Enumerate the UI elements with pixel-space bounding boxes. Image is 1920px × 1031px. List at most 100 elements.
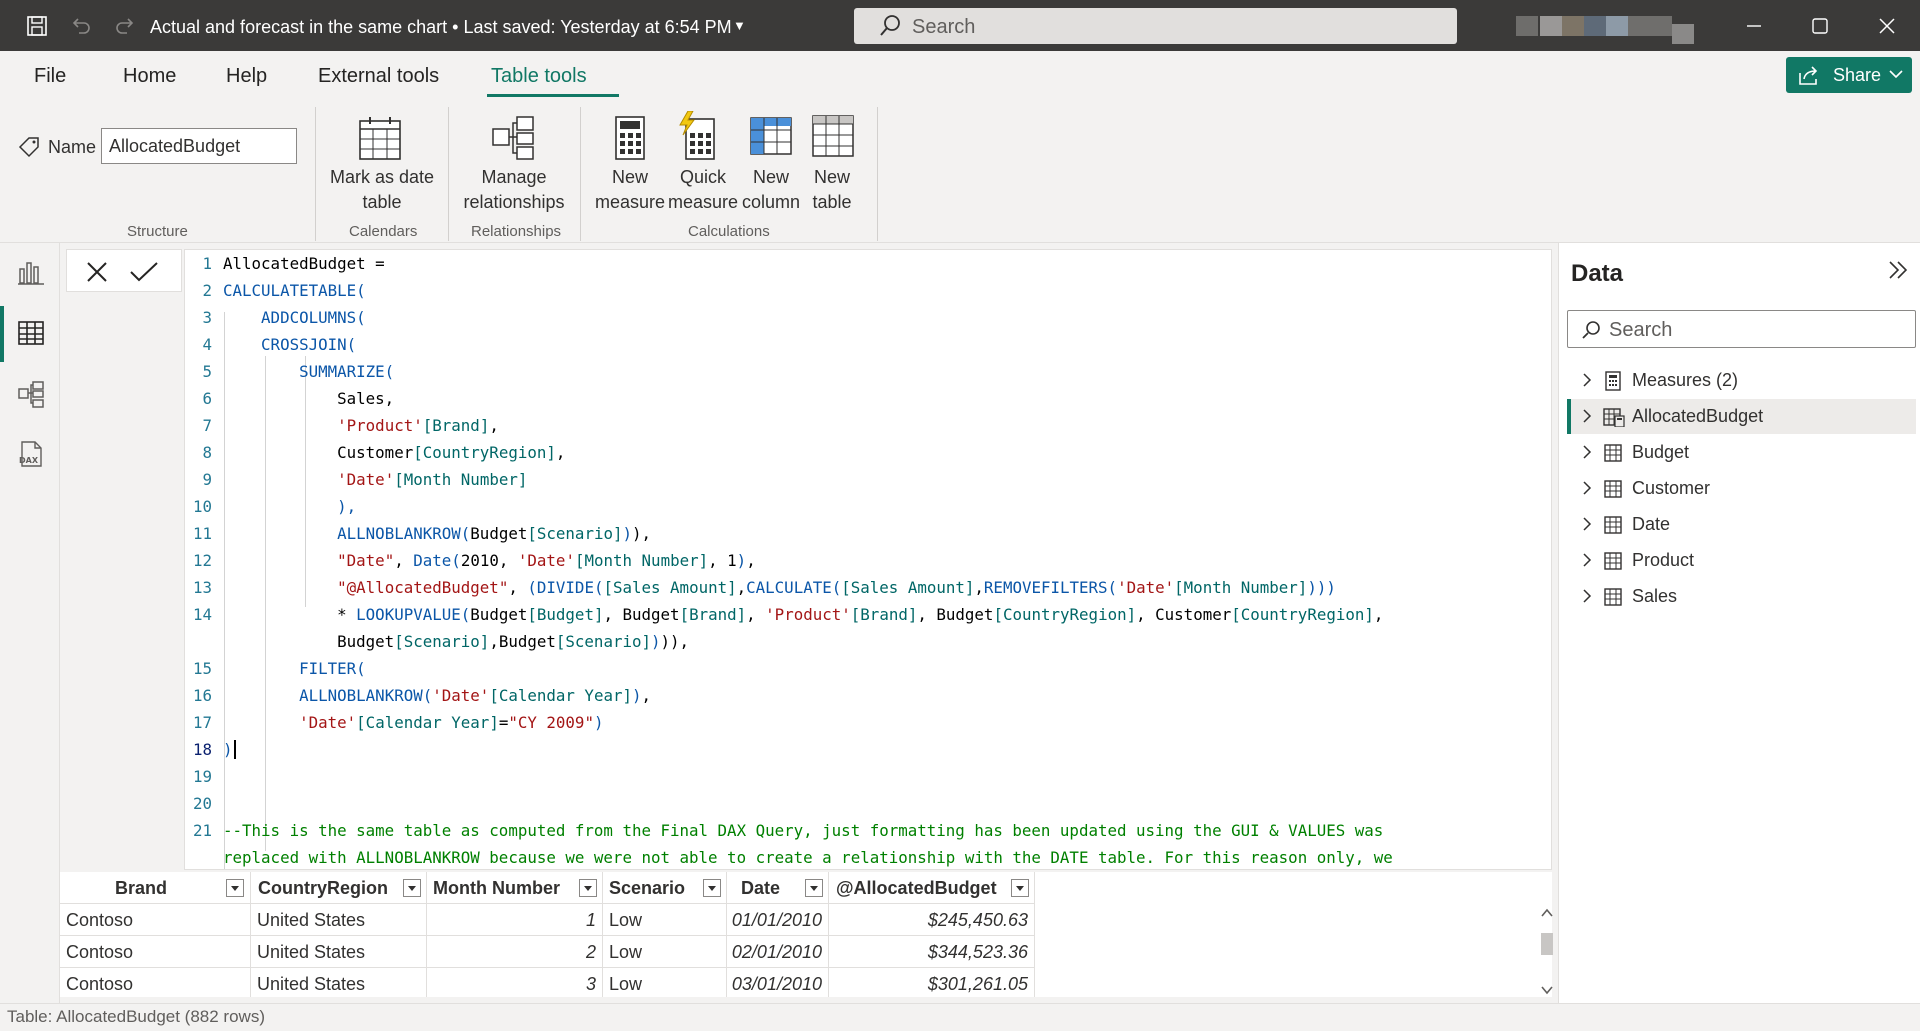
user-account-blurred-part <box>1628 16 1672 36</box>
tree-item-measures[interactable]: Measures (2) <box>1567 363 1916 398</box>
table-cell[interactable]: Low <box>603 968 727 997</box>
tab-file[interactable]: File <box>34 65 66 88</box>
cell-text: Contoso <box>66 974 134 994</box>
share-button[interactable]: Share <box>1786 57 1912 93</box>
filter-dropdown-icon[interactable] <box>226 879 244 897</box>
tab-table-tools[interactable]: Table tools <box>491 65 587 88</box>
global-search-box[interactable]: Search <box>854 8 1457 44</box>
active-view-indicator <box>0 306 4 362</box>
collapse-pane-icon[interactable] <box>1887 259 1909 281</box>
column-header-countryregion[interactable]: CountryRegion <box>251 872 427 904</box>
cell-text: Low <box>609 910 643 930</box>
chevron-right-icon[interactable] <box>1581 516 1593 532</box>
table-cell[interactable]: $245,450.63 <box>829 904 1035 936</box>
chevron-right-icon[interactable] <box>1581 444 1593 460</box>
line-number: 9 <box>202 470 212 489</box>
line-number: 12 <box>192 551 212 570</box>
group-structure-title: Structure <box>127 223 188 240</box>
table-cell[interactable]: 2 <box>427 936 603 968</box>
quick-measure-label-1: Quick <box>679 167 726 187</box>
table-name-input[interactable]: AllocatedBudget <box>101 128 297 164</box>
search-icon <box>880 15 900 36</box>
filter-dropdown-icon[interactable] <box>579 879 597 897</box>
dax-query-view-icon[interactable]: DAX <box>16 439 46 469</box>
table-cell[interactable]: $301,261.05 <box>829 968 1035 997</box>
group-calculations-title: Calculations <box>688 223 770 240</box>
commit-formula-icon[interactable] <box>129 260 159 284</box>
column-header-allocated-budget[interactable]: @AllocatedBudget <box>829 872 1035 904</box>
column-header-scenario[interactable]: Scenario <box>603 872 727 904</box>
table-cell[interactable]: Contoso <box>60 968 251 997</box>
tree-item-sales[interactable]: Sales <box>1567 579 1916 614</box>
line-number: 4 <box>202 335 212 354</box>
chevron-right-icon[interactable] <box>1581 372 1593 388</box>
line-number: 19 <box>192 767 212 786</box>
line-number: 7 <box>202 416 212 435</box>
redo-icon[interactable] <box>112 13 138 39</box>
table-cell[interactable]: United States <box>251 904 427 936</box>
close-window-icon[interactable] <box>1875 14 1899 38</box>
report-view-icon[interactable] <box>16 257 46 287</box>
data-search-placeholder: Search <box>1609 319 1673 341</box>
tab-external-tools[interactable]: External tools <box>318 65 439 88</box>
data-search-input[interactable]: Search <box>1567 310 1916 348</box>
table-cell[interactable]: 3 <box>427 968 603 997</box>
table-cell[interactable]: United States <box>251 936 427 968</box>
column-header-brand[interactable]: Brand <box>60 872 251 904</box>
title-dropdown-icon[interactable]: ▼ <box>733 18 746 33</box>
tree-item-customer[interactable]: Customer <box>1567 471 1916 506</box>
column-header-month-number[interactable]: Month Number <box>427 872 603 904</box>
table-cell[interactable]: 02/01/2010 <box>727 936 829 968</box>
column-header-label: Scenario <box>609 878 686 898</box>
status-bar: Table: AllocatedBudget (882 rows) <box>0 1003 1920 1031</box>
cell-text: United States <box>257 942 366 962</box>
formula-actions <box>66 249 182 292</box>
filter-dropdown-icon[interactable] <box>703 879 721 897</box>
cell-text: 03/01/2010 <box>731 974 822 994</box>
cell-text: United States <box>257 910 366 930</box>
table-cell[interactable]: 1 <box>427 904 603 936</box>
user-account-blurred[interactable] <box>1516 16 1538 36</box>
model-view-icon[interactable] <box>16 379 46 409</box>
cell-text: 01/01/2010 <box>731 910 822 930</box>
filter-dropdown-icon[interactable] <box>805 879 823 897</box>
tree-item-date[interactable]: Date <box>1567 507 1916 542</box>
table-cell[interactable]: Low <box>603 936 727 968</box>
chevron-right-icon[interactable] <box>1581 480 1593 496</box>
chevron-right-icon[interactable] <box>1581 588 1593 604</box>
calculated-table-icon <box>1603 408 1625 427</box>
data-grid: Brand CountryRegion Month Number Scenari… <box>60 872 1552 997</box>
chevron-down-icon[interactable] <box>1889 69 1903 79</box>
tab-home[interactable]: Home <box>123 65 176 88</box>
document-title[interactable]: Actual and forecast in the same chart • … <box>150 17 732 38</box>
maximize-icon[interactable] <box>1808 14 1832 38</box>
new-table-label-1: New <box>813 167 850 187</box>
table-cell[interactable]: Contoso <box>60 904 251 936</box>
table-cell[interactable]: $344,523.36 <box>829 936 1035 968</box>
filter-dropdown-icon[interactable] <box>403 879 421 897</box>
minimize-icon[interactable] <box>1742 14 1766 38</box>
chevron-right-icon[interactable] <box>1581 408 1593 424</box>
undo-icon[interactable] <box>68 13 94 39</box>
tab-help[interactable]: Help <box>226 65 267 88</box>
cancel-formula-icon[interactable] <box>85 260 109 284</box>
column-header-date[interactable]: Date <box>727 872 829 904</box>
filter-dropdown-icon[interactable] <box>1011 879 1029 897</box>
tree-item-budget[interactable]: Budget <box>1567 435 1916 470</box>
table-cell[interactable]: Contoso <box>60 936 251 968</box>
code-text: Budget[Scenario],Budget[Scenario]))), <box>223 632 690 651</box>
tree-item-product[interactable]: Product <box>1567 543 1916 578</box>
data-view-icon[interactable] <box>16 318 46 348</box>
ribbon-divider <box>580 107 581 241</box>
table-cell[interactable]: 03/01/2010 <box>727 968 829 997</box>
table-cell[interactable]: Low <box>603 904 727 936</box>
table-cell[interactable]: 01/01/2010 <box>727 904 829 936</box>
code-text: ADDCOLUMNS( <box>223 308 366 327</box>
chevron-right-icon[interactable] <box>1581 552 1593 568</box>
dax-formula-editor[interactable]: 1 AllocatedBudget = 2 CALCULATETABLE( 3 AD… <box>184 249 1552 870</box>
table-cell[interactable]: United States <box>251 968 427 997</box>
tree-item-allocatedbudget[interactable]: AllocatedBudget <box>1567 399 1916 434</box>
table-icon <box>812 115 854 157</box>
grid-scrollbar[interactable] <box>1539 907 1555 997</box>
save-icon[interactable] <box>24 13 50 39</box>
